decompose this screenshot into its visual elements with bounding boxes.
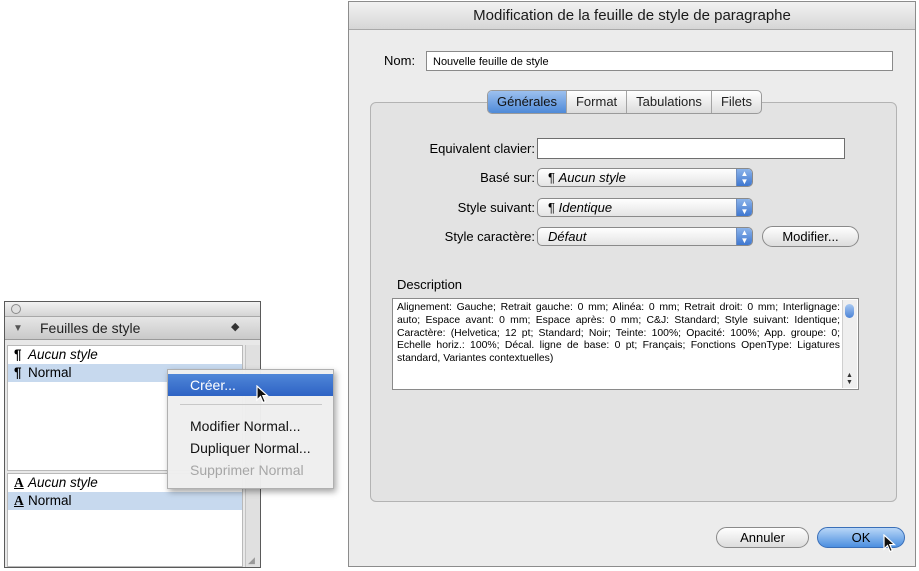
popup-arrows-icon: ▲ ▼ (736, 228, 752, 245)
tab-general[interactable]: Générales (488, 91, 567, 113)
menu-separator (180, 404, 322, 405)
list-item[interactable]: A Normal (8, 492, 242, 510)
tab-rules[interactable]: Filets (712, 91, 761, 113)
paragraph-icon: ¶ (14, 347, 22, 362)
resize-grip-icon[interactable]: ◢ (248, 555, 258, 565)
tab-format[interactable]: Format (567, 91, 628, 113)
paragraph-style-dialog: Modification de la feuille de style de p… (348, 1, 916, 567)
menu-item-delete: Supprimer Normal (190, 462, 304, 478)
shortcut-label: Equivalent clavier: (429, 141, 536, 156)
tab-panel: Equivalent clavier: Basé sur: ¶ Aucun st… (370, 102, 897, 502)
next-style-popup[interactable]: ¶ Identique ▲ ▼ (537, 198, 753, 217)
next-style-label: Style suivant: (457, 200, 535, 215)
based-on-label: Basé sur: (480, 170, 535, 185)
char-style-label: Style caractère: (444, 229, 535, 244)
tab-tabs[interactable]: Tabulations (627, 91, 712, 113)
scroll-thumb[interactable] (845, 304, 854, 318)
mouse-cursor-icon (256, 385, 270, 404)
name-field[interactable]: Nouvelle feuille de style (426, 51, 893, 71)
list-item[interactable]: ¶ Aucun style (8, 346, 242, 364)
menu-item-create[interactable]: Créer... (168, 374, 333, 396)
menu-item-modify[interactable]: Modifier Normal... (168, 415, 333, 437)
description-scrollbar[interactable]: ▲ ▼ (842, 300, 857, 388)
paragraph-icon: ¶ (14, 365, 22, 380)
description-text: Alignement: Gauche; Retrait gauche: 0 mm… (397, 302, 840, 365)
tab-bar: Générales Format Tabulations Filets (487, 90, 762, 114)
char-style-popup[interactable]: Défaut ▲ ▼ (537, 227, 753, 246)
scroll-arrows-icon[interactable]: ▲ ▼ (846, 372, 853, 386)
based-on-popup[interactable]: ¶ Aucun style ▲ ▼ (537, 168, 753, 187)
character-style-icon: A (14, 475, 24, 490)
mouse-cursor-icon (883, 534, 897, 553)
description-box: Alignement: Gauche; Retrait gauche: 0 mm… (392, 298, 859, 390)
popup-arrows-icon: ▲ ▼ (736, 169, 752, 186)
palette-header: ▼ Feuilles de style ◆ (5, 317, 260, 340)
dialog-title: Modification de la feuille de style de p… (349, 2, 915, 30)
paragraph-icon: ¶ (548, 200, 559, 215)
cancel-button[interactable]: Annuler (716, 527, 809, 548)
shortcut-field[interactable] (537, 138, 845, 159)
context-menu: Créer... Modifier Normal... Dupliquer No… (167, 369, 334, 489)
name-label: Nom: (384, 53, 416, 68)
close-icon[interactable] (11, 304, 21, 314)
palette-title: Feuilles de style (40, 320, 141, 336)
popup-arrows-icon: ▲ ▼ (736, 199, 752, 216)
disclosure-triangle-icon[interactable]: ▼ (13, 323, 23, 334)
character-style-icon: A (14, 493, 24, 508)
paragraph-icon: ¶ (548, 170, 559, 185)
modify-button[interactable]: Modifier... (762, 226, 859, 247)
menu-item-duplicate[interactable]: Dupliquer Normal... (168, 437, 333, 459)
palette-titlebar (5, 302, 260, 317)
description-label: Description (397, 277, 463, 292)
palette-menu-icon[interactable]: ◆ (231, 320, 239, 333)
